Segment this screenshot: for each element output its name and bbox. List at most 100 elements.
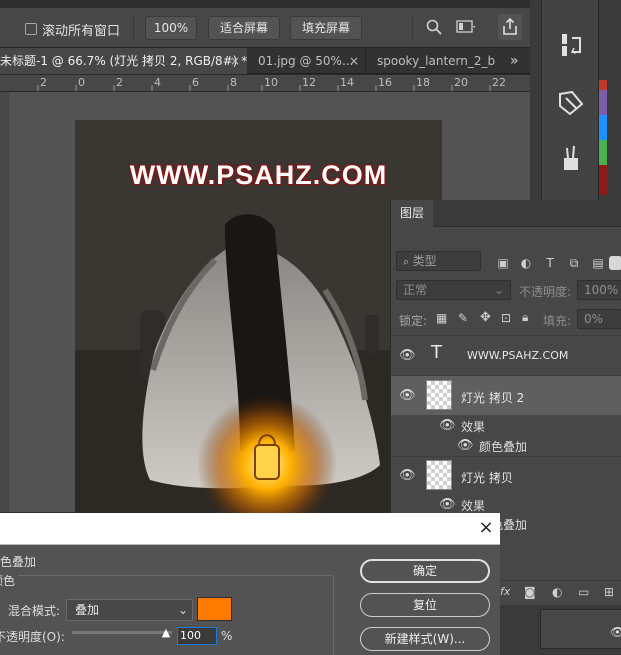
zoom-100-button[interactable]: 100% — [145, 16, 197, 40]
layer-name: 灯光 拷贝 2 — [461, 391, 525, 405]
tabs-overflow-icon[interactable]: » — [510, 48, 519, 74]
effect-item-label: 颜色叠加 — [479, 440, 528, 454]
dialog-divider — [0, 544, 500, 545]
filter-toggle[interactable] — [609, 256, 621, 270]
opacity-value: 100% — [584, 283, 619, 297]
fill-screen-button[interactable]: 填充屏幕 — [290, 16, 362, 40]
opacity-unit: % — [221, 629, 233, 643]
fit-screen-button[interactable]: 适合屏幕 — [208, 16, 280, 40]
group-title: 颜色 — [0, 572, 19, 589]
layer-thumbnail — [426, 460, 452, 490]
opacity-label: 不透明度(O): — [0, 630, 65, 644]
opacity-input-value: 100 — [180, 629, 201, 642]
chevron-down-icon: ⌄ — [177, 603, 188, 617]
layer-row[interactable]: 👁︎ 灯光 拷贝 — [391, 456, 621, 494]
layer-blend-mode-select[interactable]: 正常 ⌄ — [396, 280, 511, 300]
toolbar-divider — [412, 16, 413, 40]
layer-row[interactable]: 👁︎ 灯光 拷贝 2 — [391, 375, 621, 415]
layer-style-dialog: × 颜色叠加 颜色 混合模式: 叠加 ⌄ 不透明度(O): ▲ 100 % 确定… — [0, 513, 500, 655]
filter-type-icon[interactable]: T — [542, 256, 558, 270]
brush-settings-icon[interactable] — [552, 140, 590, 178]
effects-label: 效果 — [461, 499, 486, 513]
vertical-ruler — [0, 92, 9, 512]
layer-effects-row[interactable]: 👁︎ 效果 — [391, 416, 621, 436]
filter-adjustment-icon[interactable]: ◐ — [518, 256, 534, 270]
share-icon[interactable] — [498, 14, 522, 40]
properties-panel-stub — [540, 609, 621, 649]
layer-fill-input[interactable]: 0% — [577, 309, 621, 329]
opacity-label: 不透明度: — [519, 285, 572, 299]
lock-image-icon[interactable]: ✎ — [458, 311, 468, 325]
tool-presets-icon[interactable] — [552, 186, 590, 200]
lock-transparent-icon[interactable]: ▦ — [436, 311, 447, 325]
document-tabs: 未标题-1 @ 66.7% (灯光 拷贝 2, RGB/8#) * × 01.j… — [0, 48, 530, 74]
opacity-slider-thumb[interactable]: ▲ — [160, 627, 172, 639]
filter-kind-label: 类型 — [412, 254, 437, 268]
layer-name: 灯光 拷贝 — [461, 471, 513, 485]
workspace-icon[interactable] — [456, 19, 476, 35]
filter-smart-object-icon[interactable]: ▤ — [590, 256, 606, 270]
filter-pixel-icon[interactable]: ▣ — [495, 256, 511, 270]
opacity-slider-track[interactable] — [72, 631, 172, 634]
canvas-artwork[interactable]: WWW.PSAHZ.COM — [75, 120, 442, 515]
panel-icon-strip — [541, 0, 599, 200]
lock-position-icon[interactable]: ✥ — [480, 310, 491, 325]
reset-button[interactable]: 复位 — [360, 593, 490, 617]
lock-all-icon[interactable]: 🔒︎ — [522, 310, 528, 325]
filter-shape-icon[interactable]: ⧉ — [566, 256, 582, 270]
overlay-color-swatch[interactable] — [197, 597, 232, 621]
search-icon[interactable] — [425, 18, 443, 36]
swatch-darkred — [599, 165, 607, 195]
eye-icon[interactable]: 👁︎ — [399, 468, 416, 484]
tab-layers[interactable]: 图层 — [391, 200, 433, 227]
search-icon: ⌕ — [403, 255, 413, 268]
lock-artboard-icon[interactable]: ⊡ — [501, 311, 511, 325]
ruler-ticks — [37, 85, 491, 91]
blend-mode-label: 正常 — [403, 283, 428, 297]
section-title: 颜色叠加 — [0, 555, 37, 569]
opacity-input[interactable]: 100 — [177, 627, 217, 645]
new-group-icon[interactable]: ▭ — [578, 585, 589, 599]
eye-icon[interactable]: 👁︎ — [439, 497, 456, 513]
add-mask-icon[interactable]: ◙ — [524, 585, 536, 599]
tab-spooky-lantern[interactable]: spooky_lantern_2_by — [367, 48, 495, 74]
layer-effect-item[interactable]: 👁︎ 颜色叠加 — [391, 436, 621, 456]
layer-opacity-input[interactable]: 100% — [577, 280, 621, 300]
layer-comps-icon[interactable] — [552, 84, 590, 122]
fx-icon[interactable]: fx — [500, 585, 510, 598]
close-icon[interactable]: × — [349, 48, 359, 74]
options-bar: 滚动所有窗口 100% 适合屏幕 填充屏幕 — [0, 8, 530, 48]
close-icon[interactable]: × — [230, 48, 240, 74]
layer-effects-row[interactable]: 👁︎ 效果 — [391, 495, 621, 515]
tab-label: spooky_lantern_2_by — [377, 54, 495, 68]
eye-icon[interactable]: 👁︎ — [399, 348, 416, 364]
swatch-red — [599, 80, 607, 90]
eye-icon[interactable]: 👁︎ — [610, 625, 621, 639]
layer-filter-kind-select[interactable]: ⌕ 类型 — [396, 251, 481, 271]
eye-icon[interactable]: 👁︎ — [399, 388, 416, 404]
swatch-blue — [599, 115, 607, 140]
scroll-all-windows-checkbox[interactable] — [25, 23, 37, 35]
history-icon[interactable] — [552, 26, 590, 64]
tab-01-jpg[interactable]: 01.jpg @ 50%... × — [248, 48, 366, 74]
lock-label: 锁定: — [399, 314, 428, 328]
eye-icon[interactable]: 👁︎ — [439, 418, 456, 434]
close-icon[interactable]: × — [476, 517, 496, 539]
ok-button[interactable]: 确定 — [360, 559, 490, 583]
tab-label: 01.jpg @ 50%... — [258, 54, 354, 68]
dialog-titlebar — [0, 513, 500, 544]
toolbar-divider — [133, 16, 134, 40]
menu-bar — [0, 0, 530, 8]
new-style-button[interactable]: 新建样式(W)... — [360, 627, 490, 651]
text-layer-icon: T — [431, 342, 442, 363]
swatch-green — [599, 140, 607, 165]
blend-mode-select[interactable]: 叠加 ⌄ — [66, 599, 193, 621]
adjustment-layer-icon[interactable]: ◐ — [552, 585, 562, 599]
layer-name: WWW.PSAHZ.COM — [467, 349, 569, 362]
new-layer-icon[interactable]: ⊞ — [604, 585, 614, 599]
tab-untitled-1[interactable]: 未标题-1 @ 66.7% (灯光 拷贝 2, RGB/8#) * × — [0, 48, 247, 74]
eye-icon[interactable]: 👁︎ — [457, 438, 474, 454]
blend-mode-value: 叠加 — [75, 603, 100, 617]
layer-row[interactable]: 👁︎ T WWW.PSAHZ.COM — [391, 335, 621, 375]
lower-dock: 👁︎ — [500, 605, 621, 655]
